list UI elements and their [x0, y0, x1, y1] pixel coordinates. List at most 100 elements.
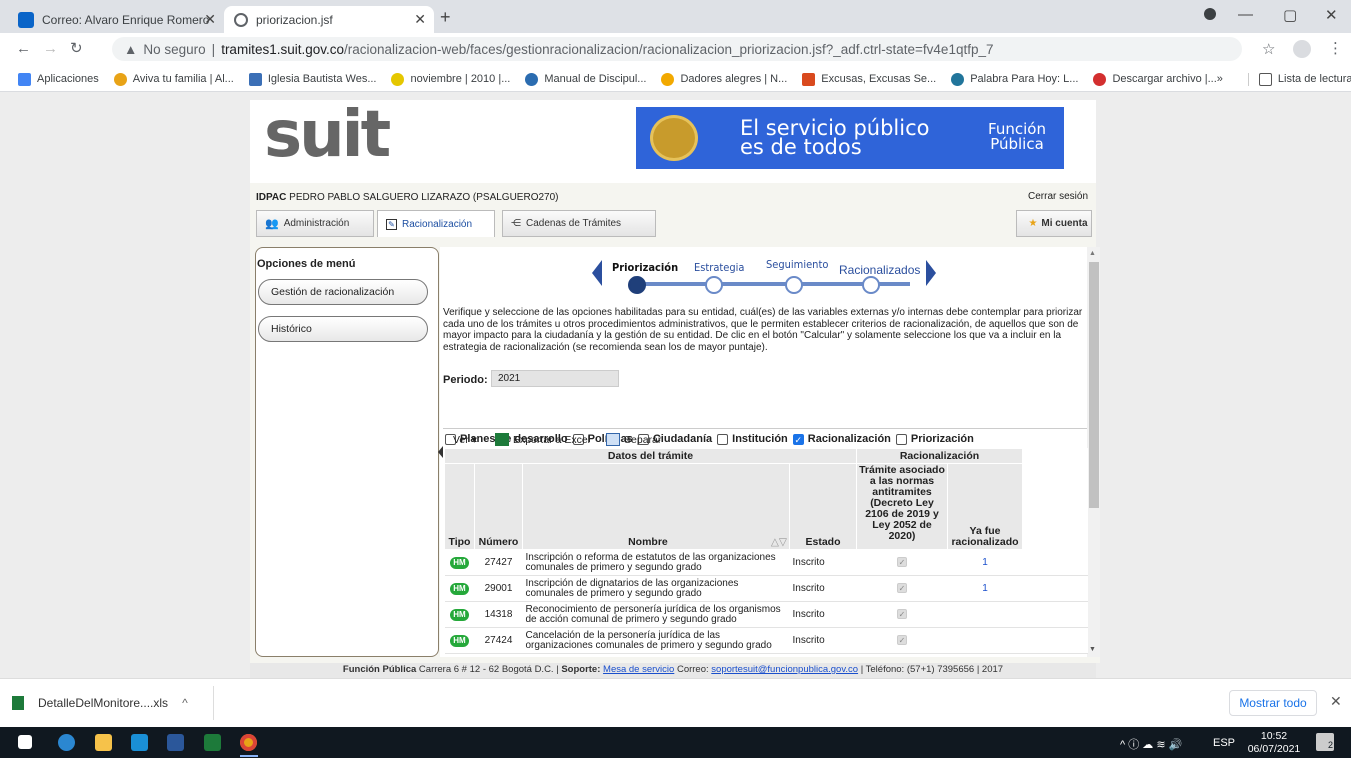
browser-tab-priorizacion[interactable]: priorizacion.jsf ✕: [224, 6, 434, 33]
chrome-icon[interactable]: [240, 734, 257, 751]
close-window-button[interactable]: ✕: [1325, 6, 1338, 24]
chevron-up-icon[interactable]: ^: [182, 696, 188, 710]
table-row[interactable]: HM 27424 Cancelación de la personería ju…: [444, 627, 1088, 654]
detach-button[interactable]: Separar: [606, 433, 661, 446]
security-label: No seguro: [143, 41, 206, 57]
close-download-bar-icon[interactable]: ✕: [1330, 693, 1342, 710]
wizard-prev-arrow-icon[interactable]: [592, 260, 602, 286]
bookmark-aplicaciones[interactable]: Aplicaciones: [18, 72, 99, 86]
bookmark-item[interactable]: Iglesia Bautista Wes...: [248, 72, 377, 86]
bookmark-star-icon[interactable]: ☆: [1262, 40, 1275, 58]
sort-arrows-icon[interactable]: △▽: [771, 536, 787, 548]
bookmark-item[interactable]: Aviva tu familia | Al...: [113, 72, 234, 86]
bookmark-item[interactable]: Dadores alegres | N...: [661, 72, 788, 86]
bookmark-label: Dadores alegres | N...: [680, 73, 788, 85]
scrollbar-thumb[interactable]: [1089, 262, 1099, 508]
bookmarks-overflow[interactable]: »: [1217, 73, 1223, 85]
col-header-tipo[interactable]: Tipo: [444, 463, 475, 550]
wizard-step-priorizacion[interactable]: Priorización: [612, 261, 678, 274]
download-item[interactable]: DetalleDelMonitore....xls ^: [0, 686, 214, 720]
url-host: tramites1.suit.gov.co: [221, 41, 344, 57]
store-icon[interactable]: [131, 734, 148, 751]
clock[interactable]: 10:52 06/07/2021: [1246, 730, 1302, 756]
cell-numero: 27427: [474, 549, 523, 576]
wizard-step-seguimiento[interactable]: Seguimiento: [766, 258, 828, 271]
new-tab-button[interactable]: +: [440, 7, 451, 28]
browser-tab-correo[interactable]: Correo: Alvaro Enrique Romero G ✕: [8, 6, 224, 33]
view-menu[interactable]: Ver ▾: [453, 434, 477, 446]
tab-cadenas-tramites[interactable]: ⋲ Cadenas de Trámites: [502, 210, 656, 237]
file-explorer-icon[interactable]: [95, 734, 112, 751]
heart-icon: [1093, 72, 1107, 86]
menu-historico[interactable]: Histórico: [258, 316, 428, 342]
table-row[interactable]: HM 29001 Inscripción de dignatarios de l…: [444, 575, 1088, 602]
bookmark-item[interactable]: Descargar archivo |...: [1093, 72, 1217, 86]
bookmark-item[interactable]: noviembre | 2010 |...: [391, 72, 510, 86]
tab-label: Racionalización: [402, 218, 473, 230]
notification-icon[interactable]: 2: [1316, 733, 1334, 751]
logout-link[interactable]: Cerrar sesión: [1028, 191, 1088, 202]
maximize-button[interactable]: ▢: [1283, 6, 1297, 24]
bookmark-label: Iglesia Bautista Wes...: [267, 73, 377, 85]
tab-mi-cuenta[interactable]: ★ Mi cuenta: [1016, 210, 1092, 237]
windows-start-icon[interactable]: [18, 735, 32, 749]
admin-users-icon: 👥: [265, 218, 279, 230]
col-header-numero[interactable]: Número: [474, 463, 523, 550]
cell-empty: [1022, 627, 1088, 654]
language-indicator[interactable]: ESP: [1213, 737, 1235, 749]
collapse-panel-icon[interactable]: [438, 446, 443, 458]
close-tab-icon[interactable]: ✕: [414, 11, 426, 28]
excel-app-icon[interactable]: [204, 734, 221, 751]
bookmark-item[interactable]: Excusas, Excusas Se...: [802, 72, 936, 86]
minimize-button[interactable]: —: [1238, 6, 1253, 23]
close-tab-icon[interactable]: ✕: [204, 11, 216, 28]
bookmark-item[interactable]: Palabra Para Hoy: L...: [951, 72, 1078, 86]
reload-button[interactable]: ↻: [70, 39, 83, 57]
url-path: /racionalizacion-web/faces/gestionracion…: [344, 41, 994, 57]
col-header-ya-fue[interactable]: Ya fue racionalizado: [947, 463, 1023, 550]
suit-logo[interactable]: suit: [264, 98, 391, 172]
footer-support-link[interactable]: Mesa de servicio: [603, 664, 674, 675]
period-field[interactable]: 2021: [491, 370, 619, 387]
reading-list-button[interactable]: Lista de lectura: [1247, 72, 1351, 86]
footer-address: Carrera 6 # 12 - 62 Bogotá D.C. |: [418, 664, 559, 675]
address-divider: |: [211, 41, 216, 57]
edge-icon[interactable]: [58, 734, 75, 751]
profile-avatar-icon[interactable]: [1293, 40, 1311, 58]
address-bar[interactable]: ▲ No seguro | tramites1.suit.gov.co/raci…: [112, 37, 1242, 61]
table-row[interactable]: HM 14318 Reconocimiento de personería ju…: [444, 601, 1088, 628]
bookmark-item[interactable]: Manual de Discipul...: [525, 72, 646, 86]
footer-phone: | Teléfono: (57+1) 7395656 | 2017: [860, 664, 1004, 675]
tab-racionalizacion[interactable]: ✎ Racionalización: [377, 210, 495, 237]
cell-estado: Inscrito: [789, 601, 857, 628]
export-excel-button[interactable]: Exportar a Excel: [494, 433, 590, 446]
tray-icons[interactable]: ^ ⓘ ☁ ≋ 🔊: [1120, 736, 1182, 752]
scroll-down-icon[interactable]: ▼: [1089, 646, 1096, 653]
back-button[interactable]: ←: [16, 40, 31, 57]
col-header-nombre[interactable]: Nombre △▽: [522, 463, 790, 550]
col-header-estado[interactable]: Estado: [789, 463, 857, 550]
col-header-nombre-label: Nombre: [628, 536, 668, 548]
view-label: Ver: [453, 433, 469, 446]
footer-mail-link[interactable]: soportesuit@funcionpublica.gov.co: [711, 664, 858, 675]
tipo-badge: HM: [450, 556, 469, 569]
profile-dot-icon[interactable]: [1204, 8, 1216, 20]
tab-administracion[interactable]: 👥 Administración: [256, 210, 374, 237]
scroll-up-icon[interactable]: ▲: [1089, 250, 1096, 257]
forward-button[interactable]: →: [43, 40, 58, 57]
warning-icon: ▲: [124, 41, 138, 57]
wizard-next-arrow-icon[interactable]: [926, 260, 936, 286]
tramites-table: Datos del trámite Racionalización Tipo N…: [444, 448, 1088, 654]
wizard-step-racionalizados[interactable]: Racionalizados: [839, 263, 920, 277]
show-all-downloads-button[interactable]: Mostrar todo: [1229, 690, 1317, 716]
menu-kebab-icon[interactable]: ⋮: [1328, 39, 1343, 57]
menu-gestion-racionalizacion[interactable]: Gestión de racionalización: [258, 279, 428, 305]
wizard-step-estrategia[interactable]: Estrategia: [694, 261, 744, 274]
menu-panel: [255, 247, 439, 657]
col-header-tramite-asociado[interactable]: Trámite asociado a las normas antitramit…: [856, 463, 948, 550]
word-icon[interactable]: [167, 734, 184, 751]
overflow-label: »: [1216, 73, 1223, 85]
table-row[interactable]: HM 27427 Inscripción o reforma de estatu…: [444, 549, 1088, 576]
table-toolbar: Ver ▾ Exportar a Excel Separar: [443, 428, 1087, 450]
tab-label: Mi cuenta: [1041, 218, 1088, 229]
